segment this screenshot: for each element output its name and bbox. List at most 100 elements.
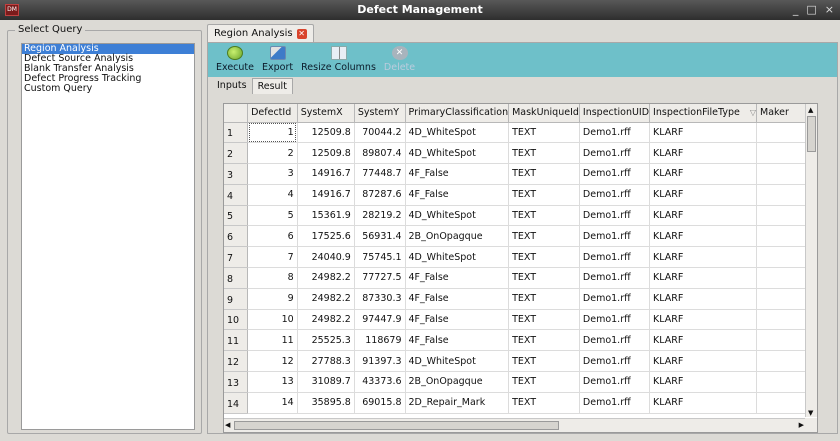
row-header[interactable]: 6 — [224, 225, 249, 248]
query-item-custom-query[interactable]: Custom Query — [22, 84, 194, 94]
table-cell[interactable]: 4D_WhiteSpot — [405, 350, 510, 373]
table-cell[interactable]: 4F_False — [405, 267, 510, 289]
table-cell[interactable]: 14916.7 — [297, 184, 355, 206]
table-cell[interactable]: 4F_False — [405, 309, 510, 331]
table-cell[interactable]: TEXT — [508, 184, 580, 206]
table-cell[interactable]: KLARF — [649, 184, 757, 206]
table-row[interactable]: 14 14 35895.8 69015.8 2D_Repair_Mark TEXT Demo… — [224, 392, 817, 414]
table-cell[interactable]: 4F_False — [405, 288, 510, 310]
table-cell[interactable]: 25525.3 — [297, 329, 355, 352]
table-cell[interactable]: 75745.1 — [354, 246, 406, 269]
table-cell[interactable]: 4F_False — [405, 329, 510, 352]
scroll-up-icon[interactable]: ▲ — [808, 106, 813, 114]
table-cell[interactable]: 4 — [247, 184, 298, 206]
table-cell[interactable]: 12509.8 — [297, 142, 355, 165]
table-cell[interactable]: 8 — [247, 267, 298, 289]
table-cell[interactable]: 24982.2 — [297, 288, 355, 310]
table-cell[interactable]: KLARF — [649, 392, 757, 414]
query-list[interactable]: Region Analysis Defect Source Analysis B… — [21, 43, 195, 430]
table-row[interactable]: 8 8 24982.2 77727.5 4F_False TEXT Demo1.rff KLA… — [224, 267, 817, 289]
table-cell[interactable]: 77727.5 — [354, 267, 406, 289]
table-row[interactable]: 12 12 27788.3 91397.3 4D_WhiteSpot TEXT Demo1.… — [224, 350, 817, 373]
table-cell[interactable]: 4D_WhiteSpot — [405, 142, 510, 165]
table-cell[interactable]: 70044.2 — [354, 122, 406, 144]
table-cell[interactable]: 7 — [247, 246, 298, 269]
table-row[interactable]: 10 10 24982.2 97447.9 4F_False TEXT Demo1.rff K… — [224, 309, 817, 331]
row-header[interactable]: 13 — [224, 371, 249, 393]
minimize-icon[interactable]: _ — [793, 3, 799, 16]
row-header[interactable]: 11 — [224, 329, 249, 352]
table-cell[interactable]: 14 — [247, 392, 298, 414]
table-cell[interactable]: 12509.8 — [297, 122, 355, 144]
tab-region-analysis[interactable]: Region Analysis ✕ — [207, 24, 314, 42]
scroll-right-icon[interactable]: ▶ — [799, 421, 804, 429]
export-button[interactable]: Export — [258, 43, 297, 77]
vertical-scroll-thumb[interactable] — [807, 116, 816, 152]
table-row[interactable]: 11 11 25525.3 118679 4F_False TEXT Demo1.rff KL… — [224, 329, 817, 352]
table-cell[interactable]: 56931.4 — [354, 225, 406, 248]
table-row[interactable]: 1 1 12509.8 70044.2 4D_WhiteSpot TEXT Demo1.rf… — [224, 122, 817, 144]
row-header[interactable]: 12 — [224, 350, 249, 373]
close-icon[interactable]: ✕ — [296, 28, 307, 39]
table-cell[interactable]: TEXT — [508, 163, 580, 185]
table-cell[interactable]: TEXT — [508, 225, 580, 248]
table-cell[interactable]: 24982.2 — [297, 309, 355, 331]
table-cell[interactable]: TEXT — [508, 309, 580, 331]
column-header[interactable]: DefectId — [247, 104, 298, 123]
table-row[interactable]: 4 4 14916.7 87287.6 4F_False TEXT Demo1.rff KLA… — [224, 184, 817, 206]
table-cell[interactable]: 14916.7 — [297, 163, 355, 185]
table-cell[interactable]: 4F_False — [405, 163, 510, 185]
table-cell[interactable]: Demo1.rff — [579, 392, 651, 414]
table-cell[interactable]: Demo1.rff — [579, 225, 651, 248]
table-cell[interactable]: 9 — [247, 288, 298, 310]
table-cell[interactable]: 69015.8 — [354, 392, 406, 414]
table-cell[interactable]: KLARF — [649, 142, 757, 165]
table-cell[interactable]: TEXT — [508, 246, 580, 269]
table-cell[interactable]: 10 — [247, 309, 298, 331]
table-cell[interactable]: 43373.6 — [354, 371, 406, 393]
table-cell[interactable]: 11 — [247, 329, 298, 352]
table-row[interactable]: 2 2 12509.8 89807.4 4D_WhiteSpot TEXT Demo1.rf… — [224, 142, 817, 165]
close-window-icon[interactable]: × — [825, 3, 834, 16]
scroll-down-icon[interactable]: ▼ — [808, 409, 813, 417]
table-cell[interactable]: Demo1.rff — [579, 267, 651, 289]
tab-result[interactable]: Result — [251, 78, 293, 94]
row-header[interactable]: 8 — [224, 267, 249, 289]
column-header-sorted[interactable]: InspectionFileType ▽ — [649, 104, 757, 123]
table-row[interactable]: 7 7 24040.9 75745.1 4D_WhiteSpot TEXT Demo1.rf… — [224, 246, 817, 269]
table-cell[interactable]: 3 — [247, 163, 298, 185]
scroll-left-icon[interactable]: ◀ — [225, 421, 230, 429]
table-cell[interactable]: KLARF — [649, 122, 757, 144]
table-row[interactable]: 5 5 15361.9 28219.2 4D_WhiteSpot TEXT Demo1.rf… — [224, 205, 817, 227]
table-cell[interactable]: 4F_False — [405, 184, 510, 206]
tab-inputs[interactable]: Inputs — [212, 78, 252, 94]
column-header[interactable]: SystemY — [354, 104, 406, 123]
table-cell[interactable]: Demo1.rff — [579, 371, 651, 393]
horizontal-scroll-thumb[interactable] — [234, 421, 559, 430]
table-cell[interactable]: KLARF — [649, 267, 757, 289]
column-header[interactable]: MaskUniqueId — [508, 104, 580, 123]
delete-button[interactable]: ✕ Delete — [380, 43, 419, 77]
table-cell[interactable]: 24982.2 — [297, 267, 355, 289]
table-cell[interactable]: 24040.9 — [297, 246, 355, 269]
table-cell[interactable]: KLARF — [649, 225, 757, 248]
table-row[interactable]: 13 13 31089.7 43373.6 2B_OnOpagque TEXT Demo1.… — [224, 371, 817, 393]
table-cell[interactable]: 5 — [247, 205, 298, 227]
column-header[interactable]: SystemX — [297, 104, 355, 123]
table-cell[interactable]: Demo1.rff — [579, 246, 651, 269]
table-cell[interactable]: TEXT — [508, 267, 580, 289]
table-cell[interactable]: KLARF — [649, 288, 757, 310]
table-cell[interactable]: Demo1.rff — [579, 184, 651, 206]
table-cell[interactable]: KLARF — [649, 309, 757, 331]
table-cell[interactable]: Demo1.rff — [579, 205, 651, 227]
table-cell[interactable]: TEXT — [508, 288, 580, 310]
table-row[interactable]: 9 9 24982.2 87330.3 4F_False TEXT Demo1.rff KLA… — [224, 288, 817, 310]
table-cell[interactable]: 97447.9 — [354, 309, 406, 331]
row-header[interactable]: 5 — [224, 205, 249, 227]
table-cell[interactable]: Demo1.rff — [579, 122, 651, 144]
table-cell[interactable]: KLARF — [649, 329, 757, 352]
execute-button[interactable]: Execute — [212, 43, 258, 77]
table-cell[interactable]: 87330.3 — [354, 288, 406, 310]
table-cell[interactable]: 89807.4 — [354, 142, 406, 165]
table-row[interactable]: 6 6 17525.6 56931.4 2B_OnOpagque TEXT Demo1.rf… — [224, 225, 817, 248]
